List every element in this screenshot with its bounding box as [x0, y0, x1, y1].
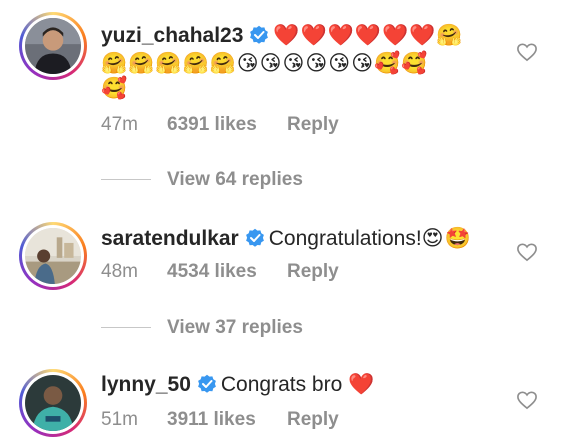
view-replies-button[interactable]: View 64 replies: [101, 169, 303, 191]
comment-emojis: ❤️: [348, 372, 376, 396]
comment-meta: 48m 4534 likes Reply: [101, 261, 339, 283]
like-heart-icon[interactable]: [516, 390, 538, 410]
replies-divider: [101, 327, 151, 329]
like-heart-icon[interactable]: [516, 42, 538, 62]
likes-count[interactable]: 6391 likes: [167, 114, 287, 136]
profile-photo-icon: [25, 228, 81, 284]
likes-count[interactable]: 3911 likes: [167, 409, 287, 431]
profile-photo-icon: [25, 375, 81, 431]
avatar[interactable]: [19, 12, 87, 80]
comment-emojis: 🤗🤗🤗🤗🤗😘😘😘😘😘😘🥰🥰: [101, 51, 429, 75]
timestamp: 48m: [101, 261, 138, 282]
comment-emojis: 😍🤩: [421, 226, 472, 250]
view-replies-label: View 64 replies: [167, 169, 303, 190]
username[interactable]: lynny_50: [101, 373, 191, 396]
comment-meta: 47m 6391 likes Reply: [101, 114, 339, 136]
reply-button[interactable]: Reply: [287, 261, 339, 283]
comment-meta: 51m 3911 likes Reply: [101, 409, 339, 431]
verified-badge-icon: [197, 374, 217, 394]
comment-emojis: 🥰: [101, 76, 129, 100]
view-replies-button[interactable]: View 37 replies: [101, 317, 303, 339]
like-heart-icon[interactable]: [516, 242, 538, 262]
comment-emojis: ❤️❤️❤️❤️❤️❤️🤗: [273, 23, 464, 47]
reply-button[interactable]: Reply: [287, 114, 339, 136]
comment-text: Congratulations!: [268, 227, 422, 250]
username[interactable]: saratendulkar: [101, 227, 239, 250]
timestamp: 47m: [101, 114, 138, 135]
verified-badge-icon: [245, 228, 265, 248]
timestamp: 51m: [101, 409, 138, 430]
view-replies-label: View 37 replies: [167, 317, 303, 338]
comment-text: Congrats bro: [220, 373, 343, 396]
username[interactable]: yuzi_chahal23: [101, 24, 243, 47]
likes-count[interactable]: 4534 likes: [167, 261, 287, 283]
replies-divider: [101, 179, 151, 181]
avatar[interactable]: [19, 222, 87, 290]
reply-button[interactable]: Reply: [287, 409, 339, 431]
profile-photo-icon: [25, 18, 81, 74]
avatar[interactable]: [19, 369, 87, 437]
verified-badge-icon: [249, 25, 269, 45]
